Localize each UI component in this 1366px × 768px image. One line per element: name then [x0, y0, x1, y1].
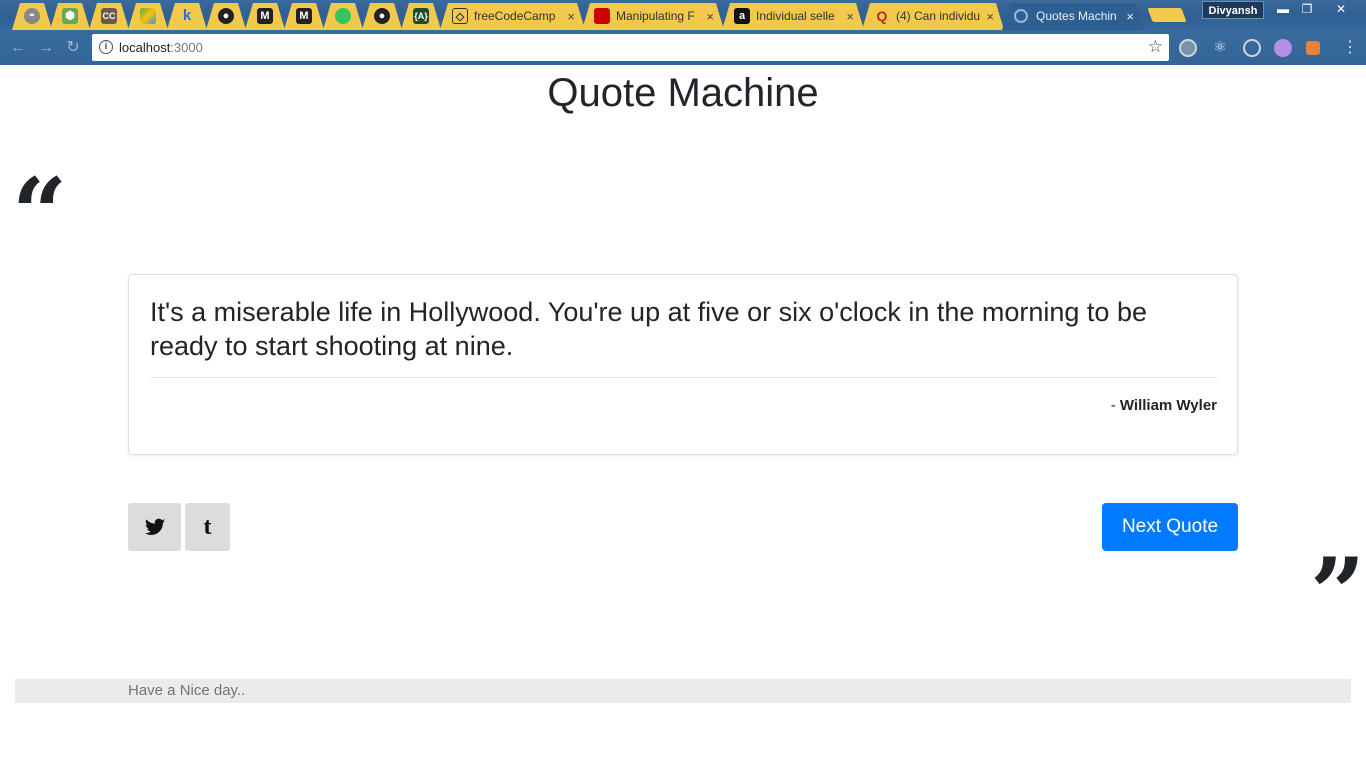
tab-manipulating[interactable]: Manipulating F × — [582, 3, 724, 30]
amazon-icon: a — [734, 8, 750, 24]
cc-icon: CC — [101, 8, 117, 24]
tab-strip: ◓ ⬢ CC k ● M M ● {A} ◇ freeCodeCamp × Ma… — [0, 0, 1366, 30]
tab-label: freeCodeCamp — [474, 9, 556, 23]
close-icon[interactable]: × — [1126, 3, 1134, 30]
redhat-icon — [594, 8, 610, 24]
open-quote-icon: “ — [12, 157, 68, 270]
close-icon[interactable]: × — [846, 3, 854, 30]
tab-medium-2[interactable]: M — [284, 3, 324, 30]
browser-toolbar: ← → ↻ i localhost:3000 ☆ ⚛ ⋮ — [0, 30, 1366, 65]
tab-label: Manipulating F — [616, 9, 695, 23]
k-icon: k — [182, 7, 192, 24]
quote-author-line: - William Wyler — [1111, 397, 1217, 414]
tab-medium-1[interactable]: M — [245, 3, 285, 30]
codepen-icon: ◇ — [452, 8, 468, 24]
tab-github-1[interactable]: ● — [206, 3, 246, 30]
minimize-icon[interactable]: ▬ — [1270, 0, 1296, 18]
url-host: localhost — [119, 40, 171, 55]
green-circle-icon — [335, 8, 351, 24]
tumblr-button[interactable]: t — [185, 503, 230, 551]
tab-node[interactable]: ⬢ — [50, 3, 90, 30]
tab-browser[interactable]: ◓ — [12, 3, 52, 30]
reload-icon[interactable]: ↻ — [63, 38, 83, 58]
drive-icon — [140, 8, 156, 24]
twitter-icon — [144, 518, 165, 535]
tab-quotes-machine[interactable]: Quotes Machin × — [1002, 3, 1144, 30]
fox-extension-icon[interactable] — [1306, 41, 1320, 55]
author-prefix: - — [1110, 397, 1120, 414]
tab-freecodecamp[interactable]: ◇ freeCodeCamp × — [440, 3, 585, 30]
page-title: Quote Machine — [547, 71, 819, 115]
tab-cc[interactable]: CC — [89, 3, 129, 30]
footer-text: Have a Nice day.. — [128, 682, 246, 699]
address-bar[interactable]: i localhost:3000 ☆ — [92, 34, 1169, 61]
tumblr-icon: t — [203, 514, 212, 540]
codecademy-icon: {A} — [413, 8, 429, 24]
close-icon[interactable]: × — [706, 3, 714, 30]
close-window-icon[interactable]: ✕ — [1328, 0, 1354, 18]
info-icon[interactable]: i — [99, 40, 113, 54]
back-icon[interactable]: ← — [8, 38, 28, 58]
extension-icon[interactable] — [1179, 39, 1197, 57]
tab-green[interactable] — [323, 3, 363, 30]
tab-k[interactable]: k — [167, 3, 207, 30]
close-icon[interactable]: × — [567, 3, 575, 30]
tab-quora[interactable]: Q (4) Can individu × — [862, 3, 1004, 30]
react-devtools-icon[interactable]: ⚛ — [1211, 39, 1229, 57]
close-quote-icon: ” — [1310, 537, 1366, 650]
browser-favicon-icon: ◓ — [24, 8, 40, 24]
close-icon[interactable]: × — [986, 3, 994, 30]
footer-bar: Have a Nice day.. — [15, 679, 1351, 703]
quote-text: It's a miserable life in Hollywood. You'… — [150, 297, 1147, 361]
purple-extension-icon[interactable] — [1274, 39, 1292, 57]
new-tab-button[interactable] — [1147, 8, 1187, 22]
tab-label: Quotes Machin — [1036, 9, 1117, 23]
url-text: localhost:3000 — [119, 34, 203, 61]
forward-icon[interactable]: → — [36, 38, 56, 58]
tab-amazon[interactable]: a Individual selle × — [722, 3, 864, 30]
tab-github-2[interactable]: ● — [362, 3, 402, 30]
quote-card: It's a miserable life in Hollywood. You'… — [128, 274, 1238, 455]
tab-label: (4) Can individu — [896, 9, 980, 23]
url-port: :3000 — [170, 40, 203, 55]
quote-author: William Wyler — [1119, 397, 1217, 414]
tab-label: Individual selle — [756, 9, 835, 23]
bookmark-star-icon[interactable]: ☆ — [1148, 37, 1163, 57]
card-divider — [150, 377, 1218, 378]
medium-icon: M — [257, 8, 273, 24]
github-icon: ● — [218, 8, 234, 24]
target-extension-icon[interactable] — [1243, 39, 1261, 57]
next-quote-button[interactable]: Next Quote — [1102, 503, 1238, 551]
tab-codecademy[interactable]: {A} — [401, 3, 441, 30]
node-icon: ⬢ — [62, 8, 78, 24]
medium-icon: M — [296, 8, 312, 24]
profile-button[interactable]: Divyansh — [1202, 1, 1264, 19]
tweet-button[interactable] — [128, 503, 181, 551]
loading-icon — [1014, 9, 1028, 23]
tab-drive[interactable] — [128, 3, 168, 30]
menu-kebab-icon[interactable]: ⋮ — [1340, 38, 1360, 58]
quora-icon: Q — [876, 8, 888, 24]
github-icon: ● — [374, 8, 390, 24]
restore-icon[interactable]: ❐ — [1294, 0, 1320, 18]
